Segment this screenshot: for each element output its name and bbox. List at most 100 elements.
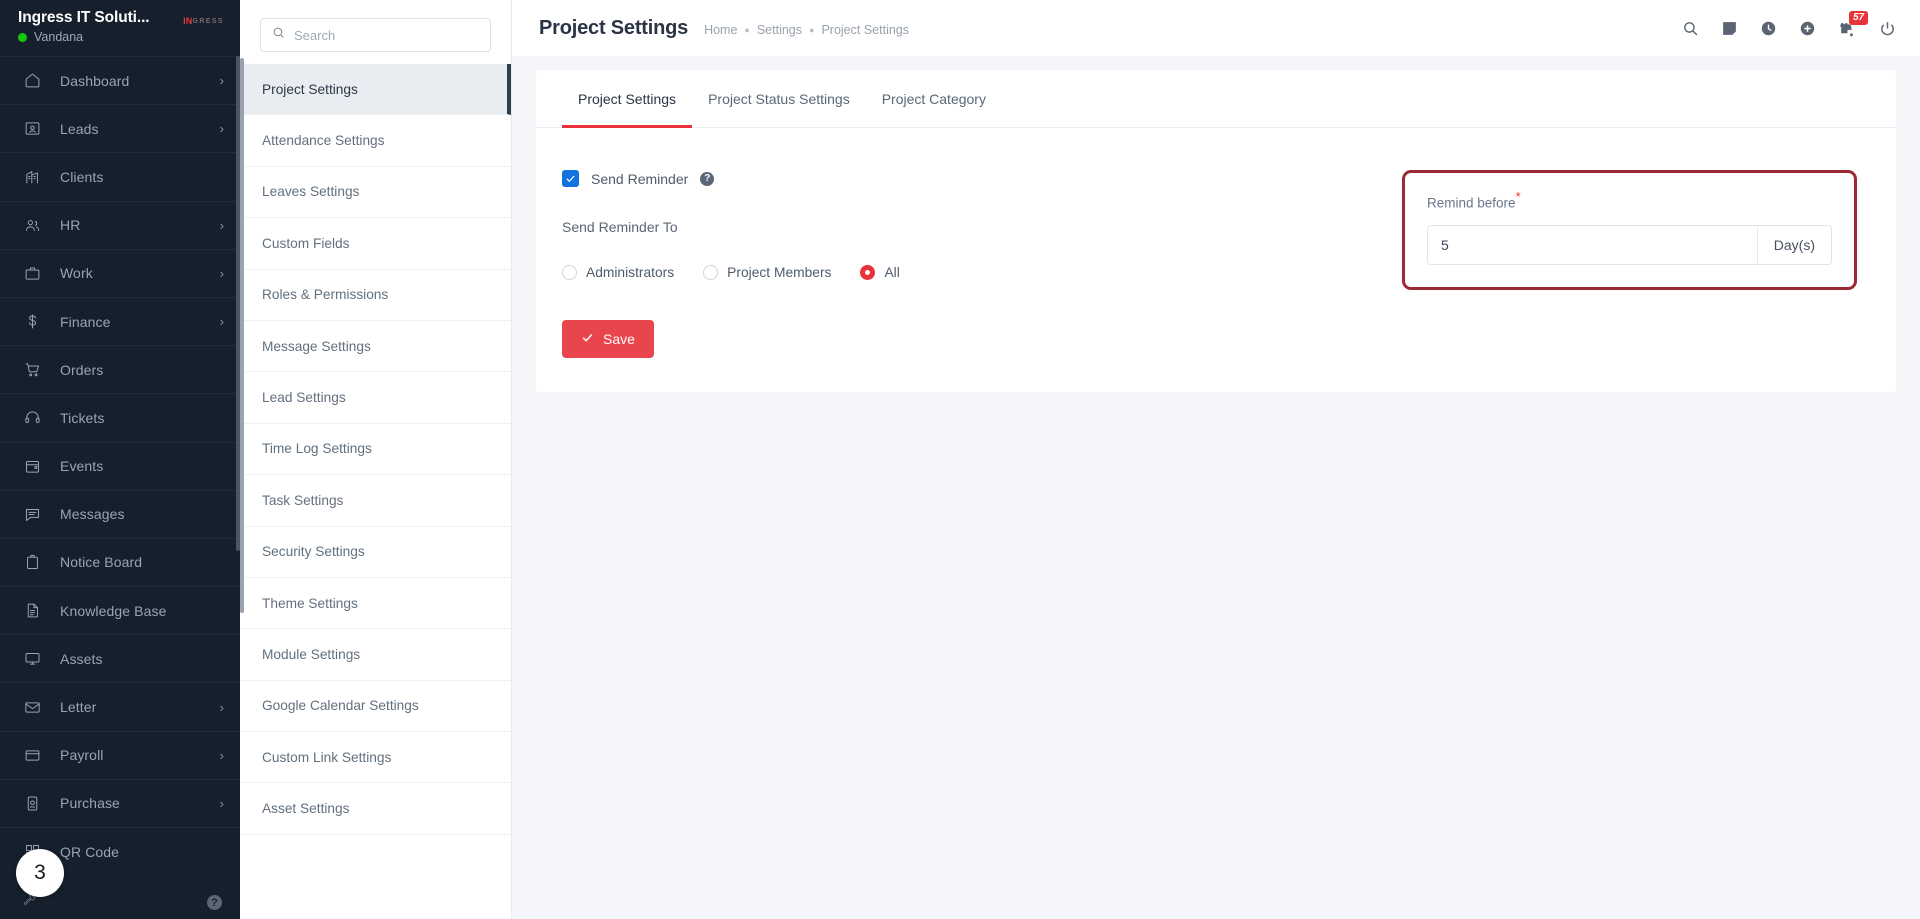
form-left-column: Send Reminder ? Send Reminder To Adminis…: [562, 170, 1242, 290]
send-reminder-checkbox[interactable]: [562, 170, 579, 187]
radio-option-administrators[interactable]: Administrators: [562, 265, 674, 280]
settings-item-google-calendar-settings[interactable]: Google Calendar Settings: [240, 681, 511, 733]
tab-project-category[interactable]: Project Category: [866, 70, 1002, 128]
settings-item-roles-permissions[interactable]: Roles & Permissions: [240, 270, 511, 321]
sidebar-item-dashboard[interactable]: Dashboard ›: [0, 56, 240, 104]
settings-item-message-settings[interactable]: Message Settings: [240, 321, 511, 373]
main-content: Project Settings Home ● Settings ● Project S…: [512, 0, 1920, 919]
chevron-right-icon: ›: [219, 699, 224, 715]
logo-primary-text: IN: [183, 16, 193, 26]
settings-item-theme-settings[interactable]: Theme Settings: [240, 578, 511, 630]
breadcrumb-item[interactable]: Settings: [757, 23, 802, 37]
left-sidebar: Ingress IT Soluti... Vandana IN GRESS Da…: [0, 0, 240, 919]
sidebar-item-label: Finance: [60, 313, 111, 330]
sidebar-item-label: Clients: [60, 168, 104, 185]
calendar-icon: [21, 455, 43, 477]
brand-left: Ingress IT Soluti... Vandana: [18, 9, 150, 44]
sidebar-item-letter[interactable]: Letter ›: [0, 682, 240, 730]
page-title: Project Settings: [539, 16, 689, 39]
radio-label: All: [884, 265, 900, 280]
clock-icon[interactable]: [1760, 20, 1777, 37]
sidebar-item-label: Tickets: [60, 409, 105, 426]
sidebar-item-purchase[interactable]: Purchase ›: [0, 778, 240, 827]
sidebar-item-orders[interactable]: Orders: [0, 345, 240, 393]
dollar-icon: [21, 311, 43, 333]
radio-button[interactable]: [562, 265, 577, 280]
briefcase-icon: [21, 262, 43, 284]
sidebar-item-assets[interactable]: Assets: [0, 634, 240, 682]
remind-before-unit-addon: Day(s): [1756, 225, 1831, 264]
chevron-right-icon: ›: [219, 217, 224, 233]
tab-project-status-settings[interactable]: Project Status Settings: [692, 70, 866, 128]
settings-item-attendance-settings[interactable]: Attendance Settings: [240, 115, 511, 167]
sidebar-item-clients[interactable]: Clients: [0, 152, 240, 200]
breadcrumb-item[interactable]: Home: [704, 23, 737, 37]
settings-item-module-settings[interactable]: Module Settings: [240, 629, 511, 681]
sidebar-item-label: Knowledge Base: [60, 602, 167, 619]
settings-item-lead-settings[interactable]: Lead Settings: [240, 372, 511, 424]
monitor-icon: [21, 648, 43, 670]
help-icon[interactable]: ?: [207, 895, 222, 910]
settings-item-custom-link-settings[interactable]: Custom Link Settings: [240, 732, 511, 784]
chevron-right-icon: ›: [219, 121, 224, 137]
people-icon: [21, 214, 43, 236]
settings-item-task-settings[interactable]: Task Settings: [240, 475, 511, 527]
send-reminder-to-radio-group: Administrators Project Members All: [562, 265, 1242, 280]
plus-circle-icon[interactable]: [1799, 20, 1816, 37]
gift-bell-icon[interactable]: 57: [1838, 10, 1869, 38]
settings-search-wrap: [240, 0, 511, 64]
note-icon[interactable]: [1721, 20, 1738, 37]
radio-button[interactable]: [860, 265, 876, 280]
sidebar-item-label: Letter: [60, 699, 97, 716]
save-button[interactable]: Save: [562, 319, 654, 358]
sidebar-item-finance[interactable]: Finance ›: [0, 296, 240, 345]
send-reminder-row: Send Reminder ?: [562, 170, 1242, 187]
sidebar-item-payroll[interactable]: Payroll ›: [0, 730, 240, 779]
form-right-column: Remind before* Day(s): [1242, 170, 1870, 290]
remind-before-input[interactable]: [1428, 225, 1757, 264]
settings-item-custom-fields[interactable]: Custom Fields: [240, 218, 511, 270]
radio-option-project-members[interactable]: Project Members: [703, 265, 831, 280]
search-icon[interactable]: [1682, 20, 1699, 37]
tab-project-settings[interactable]: Project Settings: [562, 70, 693, 128]
company-name: Ingress IT Soluti...: [18, 9, 150, 26]
power-icon[interactable]: [1879, 20, 1896, 37]
breadcrumb-separator: ●: [744, 24, 750, 35]
document-icon: [21, 600, 43, 622]
help-circle-icon[interactable]: ?: [700, 171, 715, 186]
sidebar-item-tickets[interactable]: Tickets: [0, 393, 240, 441]
settings-panel-scrollbar[interactable]: [240, 58, 244, 613]
sidebar-item-messages[interactable]: Messages: [0, 489, 240, 538]
brand-header: Ingress IT Soluti... Vandana IN GRESS: [0, 0, 240, 56]
headset-icon: [21, 407, 43, 429]
sidebar-item-leads[interactable]: Leads ›: [0, 104, 240, 152]
sidebar-item-label: Orders: [60, 361, 104, 378]
chevron-right-icon: ›: [219, 73, 224, 89]
sidebar-item-events[interactable]: Events: [0, 441, 240, 490]
settings-item-leaves-settings[interactable]: Leaves Settings: [240, 167, 511, 219]
settings-item-time-log-settings[interactable]: Time Log Settings: [240, 424, 511, 476]
payroll-icon: [21, 744, 43, 766]
breadcrumb: Home ● Settings ● Project Settings: [704, 23, 909, 37]
sidebar-item-work[interactable]: Work ›: [0, 248, 240, 297]
search-input[interactable]: [294, 27, 479, 43]
lead-card-icon: [21, 118, 43, 140]
settings-item-asset-settings[interactable]: Asset Settings: [240, 783, 511, 835]
sidebar-item-notice-board[interactable]: Notice Board: [0, 537, 240, 586]
radio-button[interactable]: [703, 265, 719, 280]
breadcrumb-item[interactable]: Project Settings: [821, 23, 909, 37]
settings-item-security-settings[interactable]: Security Settings: [240, 527, 511, 578]
sidebar-item-label: Events: [60, 458, 104, 475]
sidebar-item-label: Work: [60, 265, 93, 282]
sidebar-item-label: Payroll: [60, 747, 104, 764]
save-button-label: Save: [603, 330, 635, 347]
sidebar-item-label: Purchase: [60, 795, 120, 812]
sidebar-item-label: HR: [60, 217, 81, 234]
settings-item-project-settings[interactable]: Project Settings: [240, 64, 511, 116]
sidebar-item-knowledge-base[interactable]: Knowledge Base: [0, 586, 240, 634]
radio-option-all[interactable]: All: [860, 265, 900, 280]
envelope-icon: [21, 696, 43, 718]
sidebar-item-hr[interactable]: HR ›: [0, 200, 240, 249]
settings-search-box[interactable]: [260, 18, 491, 52]
sidebar-item-label: Dashboard: [60, 72, 130, 89]
